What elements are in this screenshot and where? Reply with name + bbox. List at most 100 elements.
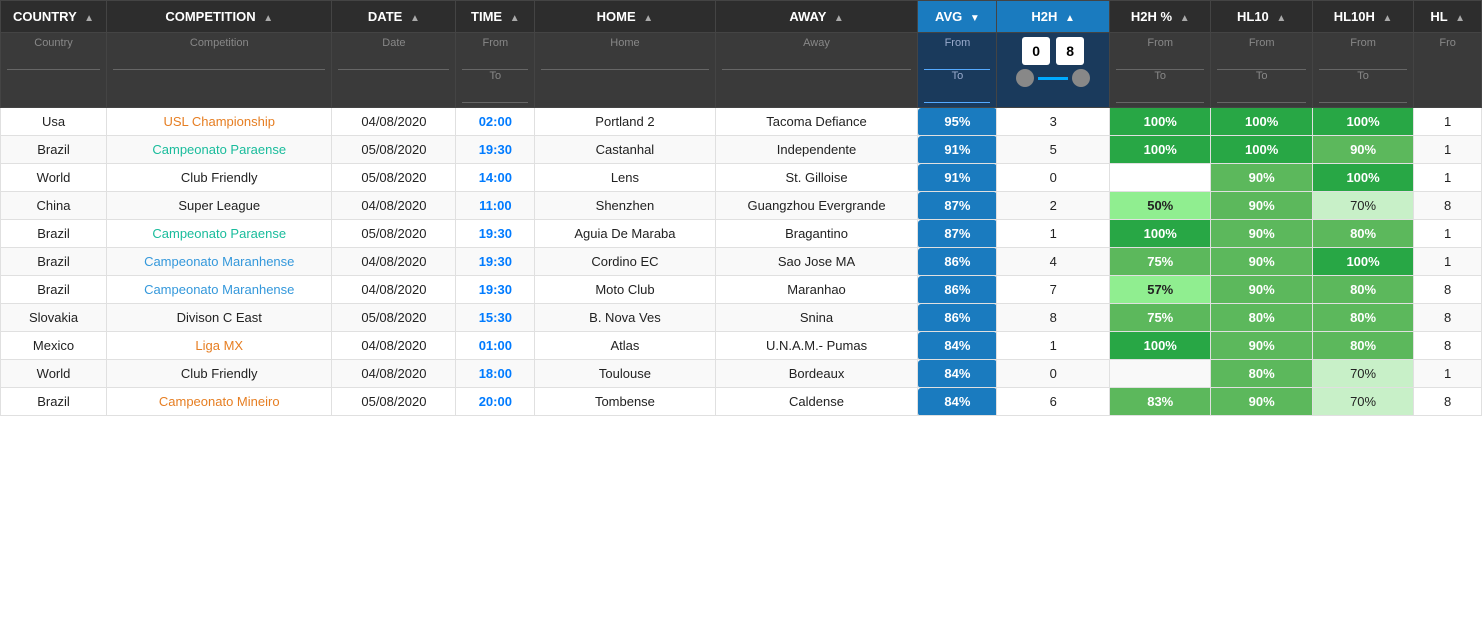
cell-hl10h: 100% (1312, 248, 1413, 276)
cell-time: 19:30 (456, 248, 535, 276)
cell-country: Brazil (1, 388, 107, 416)
cell-time: 18:00 (456, 360, 535, 388)
cell-hl10: 90% (1211, 248, 1312, 276)
cell-home: Cordino EC (535, 248, 715, 276)
time-to-input[interactable] (462, 84, 528, 103)
filter-country: Country (1, 33, 107, 108)
cell-hl: 8 (1414, 332, 1482, 360)
cell-h2h: 8 (997, 304, 1110, 332)
col-header-competition[interactable]: COMPETITION ▲ (107, 1, 332, 33)
cell-h2hpct: 83% (1110, 388, 1211, 416)
h2h-slider-left[interactable] (1016, 69, 1034, 87)
cell-country: Mexico (1, 332, 107, 360)
cell-home: Shenzhen (535, 192, 715, 220)
cell-h2hpct: 100% (1110, 108, 1211, 136)
filter-away: Away (715, 33, 918, 108)
cell-hl10h: 80% (1312, 220, 1413, 248)
sort-arrow-hl10[interactable]: ▲ (1276, 13, 1286, 24)
cell-date: 04/08/2020 (332, 276, 456, 304)
hl10-to-input[interactable] (1217, 84, 1305, 103)
sort-arrow-h2h[interactable]: ▲ (1065, 13, 1075, 24)
cell-hl10h: 80% (1312, 332, 1413, 360)
competition-input[interactable] (113, 51, 325, 70)
sort-arrow-home[interactable]: ▲ (643, 13, 653, 24)
col-header-h2h[interactable]: H2H ▲ (997, 1, 1110, 33)
cell-hl10: 90% (1211, 388, 1312, 416)
cell-hl: 1 (1414, 108, 1482, 136)
time-from-input[interactable] (462, 51, 528, 70)
col-header-hl[interactable]: HL ▲ (1414, 1, 1482, 33)
country-input[interactable] (7, 51, 100, 70)
cell-competition: Campeonato Paraense (107, 220, 332, 248)
cell-hl: 8 (1414, 192, 1482, 220)
col-header-hl10[interactable]: HL10 ▲ (1211, 1, 1312, 33)
col-header-date[interactable]: DATE ▲ (332, 1, 456, 33)
cell-competition: Club Friendly (107, 360, 332, 388)
cell-home: Atlas (535, 332, 715, 360)
cell-avg: 95% (918, 108, 997, 136)
cell-home: Aguia De Maraba (535, 220, 715, 248)
cell-date: 04/08/2020 (332, 248, 456, 276)
cell-country: World (1, 360, 107, 388)
filter-h2hpct: From To (1110, 33, 1211, 108)
hl10h-to-input[interactable] (1319, 84, 1407, 103)
table-body: UsaUSL Championship04/08/202002:00Portla… (1, 108, 1482, 416)
h2h-slider-track[interactable] (1003, 69, 1103, 87)
sort-arrow-hl10h[interactable]: ▲ (1383, 13, 1393, 24)
h2hpct-from-input[interactable] (1116, 51, 1204, 70)
hl10h-from-input[interactable] (1319, 51, 1407, 70)
table-row: WorldClub Friendly04/08/202018:00Toulous… (1, 360, 1482, 388)
avg-to-input[interactable] (924, 84, 990, 103)
sort-arrow-date[interactable]: ▲ (410, 13, 420, 24)
cell-avg: 91% (918, 164, 997, 192)
home-input[interactable] (541, 51, 708, 70)
col-header-home[interactable]: HOME ▲ (535, 1, 715, 33)
date-input[interactable] (338, 51, 449, 70)
col-header-hl10h[interactable]: HL10H ▲ (1312, 1, 1413, 33)
col-header-avg[interactable]: AVG ▼ (918, 1, 997, 33)
cell-hl: 1 (1414, 164, 1482, 192)
cell-away: St. Gilloise (715, 164, 918, 192)
sort-arrow-time[interactable]: ▲ (510, 13, 520, 24)
cell-avg: 86% (918, 304, 997, 332)
cell-country: China (1, 192, 107, 220)
cell-hl: 1 (1414, 248, 1482, 276)
table-row: UsaUSL Championship04/08/202002:00Portla… (1, 108, 1482, 136)
col-header-country[interactable]: COUNTRY ▲ (1, 1, 107, 33)
sort-arrow-competition[interactable]: ▲ (263, 13, 273, 24)
cell-date: 05/08/2020 (332, 136, 456, 164)
cell-hl10: 90% (1211, 332, 1312, 360)
avg-from-input[interactable] (924, 51, 990, 70)
cell-competition: Campeonato Paraense (107, 136, 332, 164)
cell-h2hpct: 75% (1110, 304, 1211, 332)
sort-arrow-h2hpct[interactable]: ▲ (1180, 13, 1190, 24)
cell-competition: Club Friendly (107, 164, 332, 192)
cell-date: 05/08/2020 (332, 304, 456, 332)
sort-arrow-away[interactable]: ▲ (834, 13, 844, 24)
sort-arrow-hl[interactable]: ▲ (1455, 13, 1465, 24)
sort-arrow-country[interactable]: ▲ (84, 13, 94, 24)
filter-h2h: 0 8 (997, 33, 1110, 108)
col-header-h2hpct[interactable]: H2H % ▲ (1110, 1, 1211, 33)
cell-time: 01:00 (456, 332, 535, 360)
cell-country: Usa (1, 108, 107, 136)
hl10-from-input[interactable] (1217, 51, 1305, 70)
col-header-time[interactable]: TIME ▲ (456, 1, 535, 33)
sort-arrow-avg[interactable]: ▼ (970, 13, 980, 24)
h2h-max-value: 8 (1056, 37, 1084, 65)
cell-h2h: 4 (997, 248, 1110, 276)
away-input[interactable] (722, 51, 912, 70)
h2h-slider-right[interactable] (1072, 69, 1090, 87)
cell-competition: Super League (107, 192, 332, 220)
cell-hl10: 80% (1211, 360, 1312, 388)
col-header-away[interactable]: AWAY ▲ (715, 1, 918, 33)
h2hpct-to-input[interactable] (1116, 84, 1204, 103)
cell-hl: 1 (1414, 136, 1482, 164)
cell-time: 11:00 (456, 192, 535, 220)
table-row: BrazilCampeonato Maranhense04/08/202019:… (1, 276, 1482, 304)
cell-hl10: 80% (1211, 304, 1312, 332)
cell-date: 04/08/2020 (332, 360, 456, 388)
cell-date: 05/08/2020 (332, 388, 456, 416)
cell-date: 05/08/2020 (332, 220, 456, 248)
cell-country: Brazil (1, 220, 107, 248)
